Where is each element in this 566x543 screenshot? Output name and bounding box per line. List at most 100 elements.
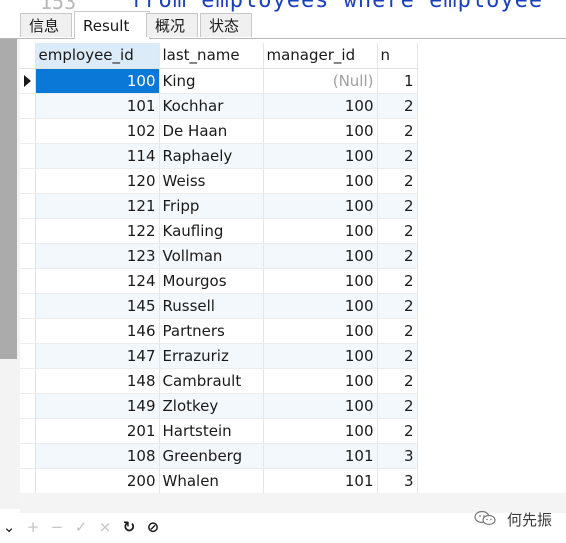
- table-row[interactable]: 148 Cambrault 100 2: [20, 368, 418, 394]
- discard-changes-button[interactable]: ×: [96, 517, 114, 537]
- row-indicator[interactable]: [20, 318, 36, 344]
- tab-status[interactable]: 状态: [200, 13, 252, 37]
- cell-n[interactable]: 2: [377, 143, 418, 169]
- cell-n[interactable]: 2: [377, 318, 418, 344]
- cell-last-name[interactable]: Mourgos: [159, 268, 264, 294]
- cell-manager-id[interactable]: 100: [263, 118, 378, 144]
- cell-employee-id[interactable]: 101: [35, 93, 160, 119]
- cell-employee-id[interactable]: 121: [35, 193, 160, 219]
- cell-n[interactable]: 3: [377, 468, 418, 494]
- cell-last-name[interactable]: Raphaely: [159, 143, 264, 169]
- cell-manager-id[interactable]: 100: [263, 393, 378, 419]
- cell-employee-id[interactable]: 123: [35, 243, 160, 269]
- cell-manager-id[interactable]: 100: [263, 293, 378, 319]
- cell-n[interactable]: 2: [377, 293, 418, 319]
- refresh-button[interactable]: ↻: [120, 517, 138, 537]
- table-row[interactable]: 121 Fripp 100 2: [20, 193, 418, 219]
- stop-button[interactable]: ⊘: [144, 517, 162, 537]
- cell-n[interactable]: 3: [377, 443, 418, 469]
- row-indicator[interactable]: [20, 343, 36, 369]
- cell-last-name[interactable]: Russell: [159, 293, 264, 319]
- row-indicator[interactable]: [20, 443, 36, 469]
- cell-employee-id[interactable]: 147: [35, 343, 160, 369]
- row-indicator[interactable]: [20, 118, 36, 144]
- table-row[interactable]: 201 Hartstein 100 2: [20, 418, 418, 444]
- cell-manager-id[interactable]: 100: [263, 418, 378, 444]
- column-header-n[interactable]: n: [377, 43, 418, 69]
- cell-last-name[interactable]: Kaufling: [159, 218, 264, 244]
- cell-n[interactable]: 2: [377, 218, 418, 244]
- table-row[interactable]: 145 Russell 100 2: [20, 293, 418, 319]
- cell-last-name[interactable]: Partners: [159, 318, 264, 344]
- cell-manager-id[interactable]: 100: [263, 318, 378, 344]
- row-indicator[interactable]: [20, 368, 36, 394]
- column-header-last-name[interactable]: last_name: [159, 43, 264, 69]
- cell-last-name[interactable]: Cambrault: [159, 368, 264, 394]
- cell-n[interactable]: 2: [377, 118, 418, 144]
- cell-n[interactable]: 2: [377, 343, 418, 369]
- row-indicator[interactable]: [20, 218, 36, 244]
- cell-manager-id[interactable]: 100: [263, 268, 378, 294]
- tab-profile[interactable]: 概况: [146, 13, 198, 37]
- cell-employee-id[interactable]: 145: [35, 293, 160, 319]
- cell-employee-id[interactable]: 120: [35, 168, 160, 194]
- cell-manager-id[interactable]: 101: [263, 468, 378, 494]
- table-row[interactable]: 122 Kaufling 100 2: [20, 218, 418, 244]
- tab-info[interactable]: 信息: [20, 13, 72, 37]
- cell-manager-id[interactable]: 100: [263, 368, 378, 394]
- table-row[interactable]: 108 Greenberg 101 3: [20, 443, 418, 469]
- cell-last-name[interactable]: Greenberg: [159, 443, 264, 469]
- cell-manager-id[interactable]: 100: [263, 193, 378, 219]
- cell-employee-id[interactable]: 149: [35, 393, 160, 419]
- cell-employee-id[interactable]: 114: [35, 143, 160, 169]
- table-row[interactable]: 114 Raphaely 100 2: [20, 143, 418, 169]
- cell-last-name[interactable]: Vollman: [159, 243, 264, 269]
- cell-n[interactable]: 2: [377, 268, 418, 294]
- cell-n[interactable]: 2: [377, 193, 418, 219]
- cell-last-name[interactable]: Fripp: [159, 193, 264, 219]
- row-indicator[interactable]: [20, 268, 36, 294]
- table-row[interactable]: 100 King (Null) 1: [20, 68, 418, 94]
- cell-manager-id[interactable]: 100: [263, 343, 378, 369]
- tab-result-1[interactable]: Result 1: [74, 11, 150, 63]
- row-indicator[interactable]: [20, 393, 36, 419]
- cell-manager-id[interactable]: 101: [263, 443, 378, 469]
- row-indicator[interactable]: [20, 193, 36, 219]
- cell-n[interactable]: 1: [377, 68, 418, 94]
- row-indicator[interactable]: [20, 68, 36, 94]
- cell-employee-id[interactable]: 100: [35, 68, 160, 94]
- apply-changes-button[interactable]: ✓: [72, 517, 90, 537]
- cell-manager-id[interactable]: 100: [263, 168, 378, 194]
- row-indicator[interactable]: [20, 418, 36, 444]
- row-indicator[interactable]: [20, 93, 36, 119]
- table-row[interactable]: 123 Vollman 100 2: [20, 243, 418, 269]
- cell-last-name[interactable]: Whalen: [159, 468, 264, 494]
- table-row[interactable]: 101 Kochhar 100 2: [20, 93, 418, 119]
- cell-n[interactable]: 2: [377, 243, 418, 269]
- cell-last-name[interactable]: Hartstein: [159, 418, 264, 444]
- table-row[interactable]: 147 Errazuriz 100 2: [20, 343, 418, 369]
- row-indicator[interactable]: [20, 468, 36, 494]
- row-indicator[interactable]: [20, 143, 36, 169]
- cell-employee-id[interactable]: 108: [35, 443, 160, 469]
- cell-n[interactable]: 2: [377, 368, 418, 394]
- cell-last-name[interactable]: Kochhar: [159, 93, 264, 119]
- cell-manager-id[interactable]: 100: [263, 218, 378, 244]
- cell-last-name[interactable]: Zlotkey: [159, 393, 264, 419]
- cell-last-name[interactable]: Errazuriz: [159, 343, 264, 369]
- cell-employee-id[interactable]: 201: [35, 418, 160, 444]
- cell-manager-id[interactable]: 100: [263, 243, 378, 269]
- table-row[interactable]: 124 Mourgos 100 2: [20, 268, 418, 294]
- cell-n[interactable]: 2: [377, 168, 418, 194]
- cell-employee-id[interactable]: 146: [35, 318, 160, 344]
- row-indicator[interactable]: [20, 243, 36, 269]
- cell-n[interactable]: 2: [377, 418, 418, 444]
- delete-record-button[interactable]: −: [48, 517, 66, 537]
- table-row[interactable]: 149 Zlotkey 100 2: [20, 393, 418, 419]
- add-record-button[interactable]: +: [24, 517, 42, 537]
- cell-employee-id[interactable]: 148: [35, 368, 160, 394]
- cell-n[interactable]: 2: [377, 93, 418, 119]
- cell-manager-id[interactable]: (Null): [263, 68, 378, 94]
- cell-last-name[interactable]: De Haan: [159, 118, 264, 144]
- cell-last-name[interactable]: King: [159, 68, 264, 94]
